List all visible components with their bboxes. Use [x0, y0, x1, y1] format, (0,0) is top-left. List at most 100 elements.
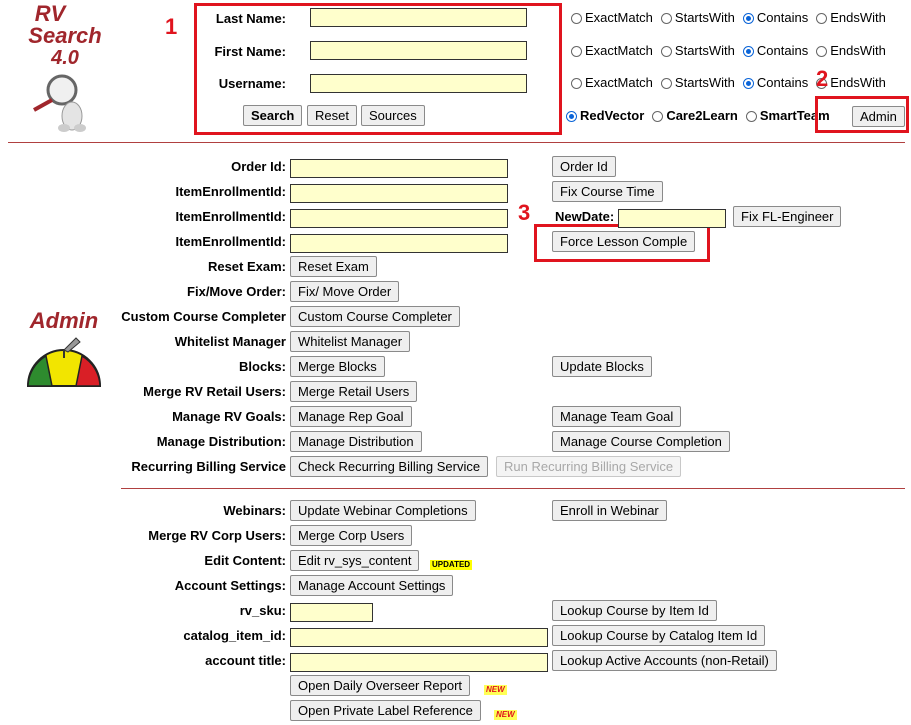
manage-distribution-label: Manage Distribution:	[156, 434, 286, 449]
radio-selected-icon	[742, 13, 754, 24]
merge-retail-users-button[interactable]: Merge Retail Users	[290, 381, 418, 402]
check-recurring-billing-button[interactable]: Check Recurring Billing Service	[290, 456, 489, 477]
fix-course-time-button[interactable]: Fix Course Time	[552, 181, 663, 202]
custom-course-completer-button[interactable]: Custom Course Completer	[290, 306, 460, 327]
option-label: Contains	[756, 43, 809, 58]
radio-selected-icon	[742, 78, 754, 89]
first-name-match-options: ExactMatch StartsWith Contains EndsWith	[571, 43, 894, 58]
radio-icon	[816, 46, 828, 57]
manage-account-settings-button[interactable]: Manage Account Settings	[290, 575, 454, 596]
reset-exam-button[interactable]: Reset Exam	[290, 256, 377, 277]
open-daily-overseer-button[interactable]: Open Daily Overseer Report	[290, 675, 471, 696]
lookup-active-accounts-button[interactable]: Lookup Active Accounts (non-Retail)	[552, 650, 777, 671]
order-id-label: Order Id:	[231, 159, 286, 174]
annotation-box-1	[194, 3, 562, 135]
option-ends[interactable]: EndsWith	[816, 10, 886, 25]
option-ends[interactable]: EndsWith	[816, 43, 886, 58]
option-starts[interactable]: StartsWith	[660, 75, 735, 90]
edit-content-label: Edit Content:	[204, 553, 286, 568]
source-options: RedVector Care2Learn SmartTeam	[566, 108, 838, 123]
catalog-item-id-label: catalog_item_id:	[183, 628, 286, 643]
source-care2learn[interactable]: Care2Learn	[652, 108, 738, 123]
merge-blocks-button[interactable]: Merge Blocks	[290, 356, 385, 377]
merge-corp-users-button[interactable]: Merge Corp Users	[290, 525, 413, 546]
logo: RV Search 4.0	[10, 2, 120, 137]
account-title-label: account title:	[205, 653, 286, 668]
order-id-input[interactable]	[290, 159, 508, 178]
fix-fl-engineer-button[interactable]: Fix FL-Engineer	[733, 206, 842, 227]
enroll-in-webinar-button[interactable]: Enroll in Webinar	[552, 500, 667, 521]
last-name-match-options: ExactMatch StartsWith Contains EndsWith	[571, 10, 894, 25]
logo-line-2: Search	[28, 23, 102, 48]
updated-badge: UPDATED	[430, 560, 473, 570]
blocks-label: Blocks:	[239, 359, 286, 374]
manage-rep-goal-button[interactable]: Manage Rep Goal	[290, 406, 412, 427]
fix-move-order-button[interactable]: Fix/ Move Order	[290, 281, 400, 302]
option-label: Contains	[756, 10, 809, 25]
lookup-course-catalog-button[interactable]: Lookup Course by Catalog Item Id	[552, 625, 766, 646]
magnifier-person-icon	[33, 74, 86, 132]
item-enrollment-label-2: ItemEnrollmentId:	[175, 209, 286, 224]
option-contains[interactable]: Contains	[742, 75, 808, 90]
option-contains[interactable]: Contains	[742, 43, 809, 58]
admin-title: Admin	[29, 308, 99, 333]
webinars-label: Webinars:	[223, 503, 286, 518]
option-label: ExactMatch	[585, 43, 653, 58]
annotation-box-2	[815, 96, 909, 133]
manage-goals-label: Manage RV Goals:	[172, 409, 286, 424]
source-redvector[interactable]: RedVector	[566, 108, 644, 123]
source-label: RedVector	[580, 108, 645, 123]
logo-line-1: RV	[34, 1, 66, 26]
lookup-course-item-button[interactable]: Lookup Course by Item Id	[552, 600, 717, 621]
radio-icon	[660, 46, 672, 57]
update-webinar-completions-button[interactable]: Update Webinar Completions	[290, 500, 476, 521]
force-lesson-complete-button[interactable]: Force Lesson Comple	[552, 231, 696, 252]
item-enrollment-label-1: ItemEnrollmentId:	[175, 184, 286, 199]
new-badge-1: NEW	[484, 685, 507, 695]
item-enrollment-input-1[interactable]	[290, 184, 508, 203]
radio-icon	[816, 13, 828, 24]
option-exact[interactable]: ExactMatch	[571, 75, 653, 90]
option-label: EndsWith	[830, 75, 886, 90]
top-divider	[8, 142, 905, 143]
propeller-hat-icon	[26, 337, 102, 387]
option-exact[interactable]: ExactMatch	[571, 10, 653, 25]
account-title-input[interactable]	[290, 653, 548, 672]
radio-icon	[652, 111, 664, 122]
option-label: EndsWith	[830, 43, 886, 58]
radio-icon	[571, 46, 582, 57]
custom-course-completer-label: Custom Course Completer	[121, 309, 286, 324]
rv-sku-input[interactable]	[290, 603, 373, 622]
new-date-input[interactable]	[618, 209, 726, 228]
run-recurring-billing-button: Run Recurring Billing Service	[496, 456, 682, 477]
item-enrollment-input-3[interactable]	[290, 234, 508, 253]
radio-icon	[660, 13, 672, 24]
catalog-item-id-input[interactable]	[290, 628, 548, 647]
manage-course-completion-button[interactable]: Manage Course Completion	[552, 431, 730, 452]
merge-corp-users-label: Merge RV Corp Users:	[148, 528, 286, 543]
option-starts[interactable]: StartsWith	[660, 43, 735, 58]
radio-icon	[571, 13, 582, 24]
manage-team-goal-button[interactable]: Manage Team Goal	[552, 406, 682, 427]
update-blocks-button[interactable]: Update Blocks	[552, 356, 652, 377]
option-exact[interactable]: ExactMatch	[571, 43, 653, 58]
reset-exam-label: Reset Exam:	[207, 259, 286, 274]
option-starts[interactable]: StartsWith	[660, 10, 735, 25]
new-date-label: NewDate:	[555, 209, 615, 224]
whitelist-manager-button[interactable]: Whitelist Manager	[290, 331, 411, 352]
edit-sys-content-button[interactable]: Edit rv_sys_content	[290, 550, 420, 571]
fix-move-order-label: Fix/Move Order:	[187, 284, 286, 299]
item-enrollment-label-3: ItemEnrollmentId:	[175, 234, 286, 249]
item-enrollment-input-2[interactable]	[290, 209, 508, 228]
logo-line-3: 4.0	[51, 47, 79, 69]
manage-distribution-button[interactable]: Manage Distribution	[290, 431, 422, 452]
radio-icon	[660, 78, 672, 89]
open-private-label-button[interactable]: Open Private Label Reference	[290, 700, 481, 721]
option-contains[interactable]: Contains	[742, 10, 809, 25]
section-divider	[121, 488, 905, 489]
option-label: EndsWith	[830, 10, 886, 25]
radio-icon	[571, 78, 582, 89]
rv-sku-label: rv_sku:	[239, 603, 286, 618]
option-label: ExactMatch	[585, 75, 653, 90]
order-id-button[interactable]: Order Id	[552, 156, 616, 177]
